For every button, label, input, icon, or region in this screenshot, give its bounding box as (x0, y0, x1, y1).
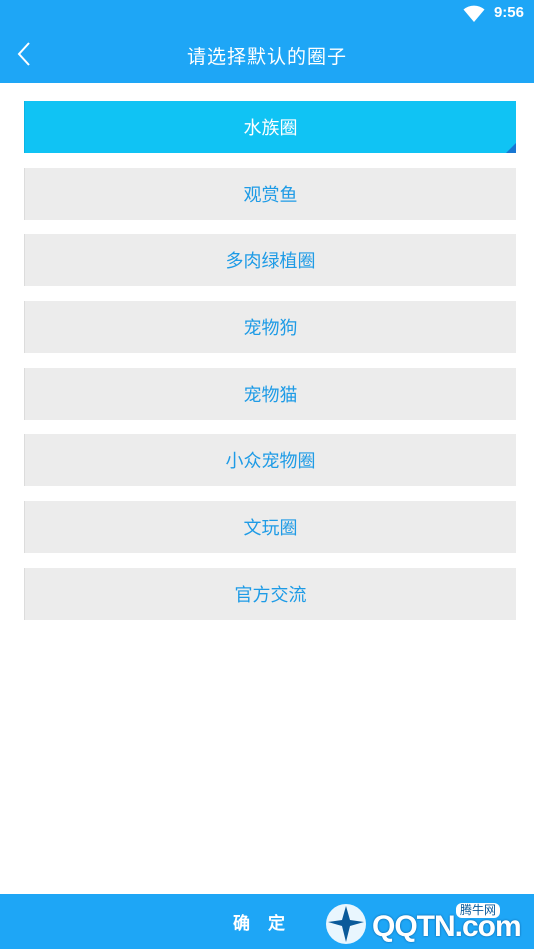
circle-option-label: 官方交流 (234, 584, 307, 606)
page-title: 请选择默认的圈子 (186, 46, 347, 68)
circle-option-label: 宠物猫 (243, 384, 298, 406)
circle-option-chongwumao[interactable]: 宠物猫 (24, 367, 516, 420)
selected-corner-mark (506, 143, 516, 153)
circle-option-label: 水族圈 (243, 118, 298, 139)
watermark-subtext: 腾牛网 (456, 903, 501, 918)
circle-option-label: 观赏鱼 (243, 184, 298, 206)
watermark-emblem-icon (326, 904, 366, 944)
watermark-logo: QQTN.com 腾牛网 (320, 896, 530, 948)
circle-option-shuizu[interactable]: 水族圈 (24, 101, 516, 153)
circle-option-duorou[interactable]: 多肉绿植圈 (24, 234, 516, 287)
wifi-icon (463, 5, 485, 22)
circle-option-guanshangyu[interactable]: 观赏鱼 (24, 167, 516, 220)
circle-option-guanfang[interactable]: 官方交流 (24, 567, 516, 620)
bottom-bar: 确 定 QQTN.com 腾牛网 (0, 894, 534, 949)
nav-bar: 请选择默认的圈子 (0, 28, 534, 83)
circle-option-label: 宠物狗 (243, 318, 298, 340)
circle-option-wenwan[interactable]: 文玩圈 (24, 501, 516, 554)
circle-option-label: 多肉绿植圈 (225, 251, 316, 273)
status-bar: 9:56 (0, 0, 534, 28)
circle-option-chongwugou[interactable]: 宠物狗 (24, 301, 516, 354)
circle-option-label: 小众宠物圈 (225, 451, 316, 473)
circle-option-xiaozhong[interactable]: 小众宠物圈 (24, 434, 516, 487)
confirm-label: 确 定 (233, 914, 291, 934)
status-time: 9:56 (493, 4, 524, 21)
circle-option-label: 文玩圈 (243, 518, 298, 540)
circle-list: 水族圈 观赏鱼 多肉绿植圈 宠物狗 宠物猫 小众宠物圈 文玩圈 官方交流 (24, 101, 516, 635)
